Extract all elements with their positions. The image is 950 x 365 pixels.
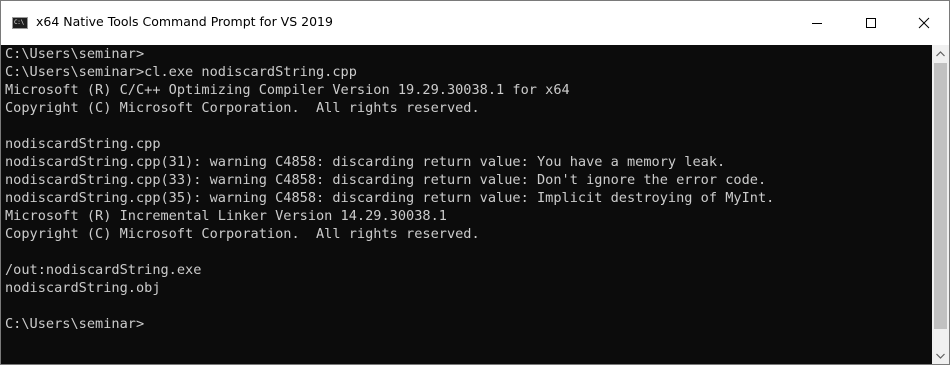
close-icon [918, 17, 930, 29]
chevron-down-icon [936, 353, 945, 359]
minimize-button[interactable] [794, 1, 840, 45]
scroll-down-button[interactable] [932, 347, 949, 364]
console-line: /out:nodiscardString.exe [5, 262, 202, 278]
console-line: C:\Users\seminar>cl.exe nodiscardString.… [5, 64, 357, 80]
console-line: nodiscardString.obj [5, 280, 161, 296]
command-prompt-icon: C:\ [12, 17, 28, 29]
console-line: nodiscardString.cpp(33): warning C4858: … [5, 172, 767, 188]
console-line: nodiscardString.cpp [5, 136, 161, 152]
console-line: C:\Users\seminar> [5, 46, 145, 62]
console-line: Copyright (C) Microsoft Corporation. All… [5, 100, 480, 116]
maximize-icon [866, 18, 876, 28]
scrollbar-thumb[interactable] [934, 63, 947, 329]
console-line: Microsoft (R) Incremental Linker Version… [5, 208, 447, 224]
close-button[interactable] [901, 1, 947, 45]
console-output[interactable]: C:\Users\seminar> C:\Users\seminar>cl.ex… [1, 45, 932, 364]
maximize-button[interactable] [848, 1, 894, 45]
title-bar[interactable]: C:\ x64 Native Tools Command Prompt for … [1, 1, 949, 45]
scroll-up-button[interactable] [932, 45, 949, 62]
vertical-scrollbar[interactable] [932, 45, 949, 364]
console-line: nodiscardString.cpp(31): warning C4858: … [5, 154, 726, 170]
console-window: C:\ x64 Native Tools Command Prompt for … [0, 0, 950, 365]
chevron-up-icon [936, 50, 945, 56]
console-line: nodiscardString.cpp(35): warning C4858: … [5, 190, 775, 206]
console-line: Microsoft (R) C/C++ Optimizing Compiler … [5, 82, 570, 98]
console-prompt-line: C:\Users\seminar> [5, 316, 145, 332]
minimize-icon [812, 23, 822, 24]
console-line: Copyright (C) Microsoft Corporation. All… [5, 226, 480, 242]
window-title: x64 Native Tools Command Prompt for VS 2… [36, 14, 333, 29]
